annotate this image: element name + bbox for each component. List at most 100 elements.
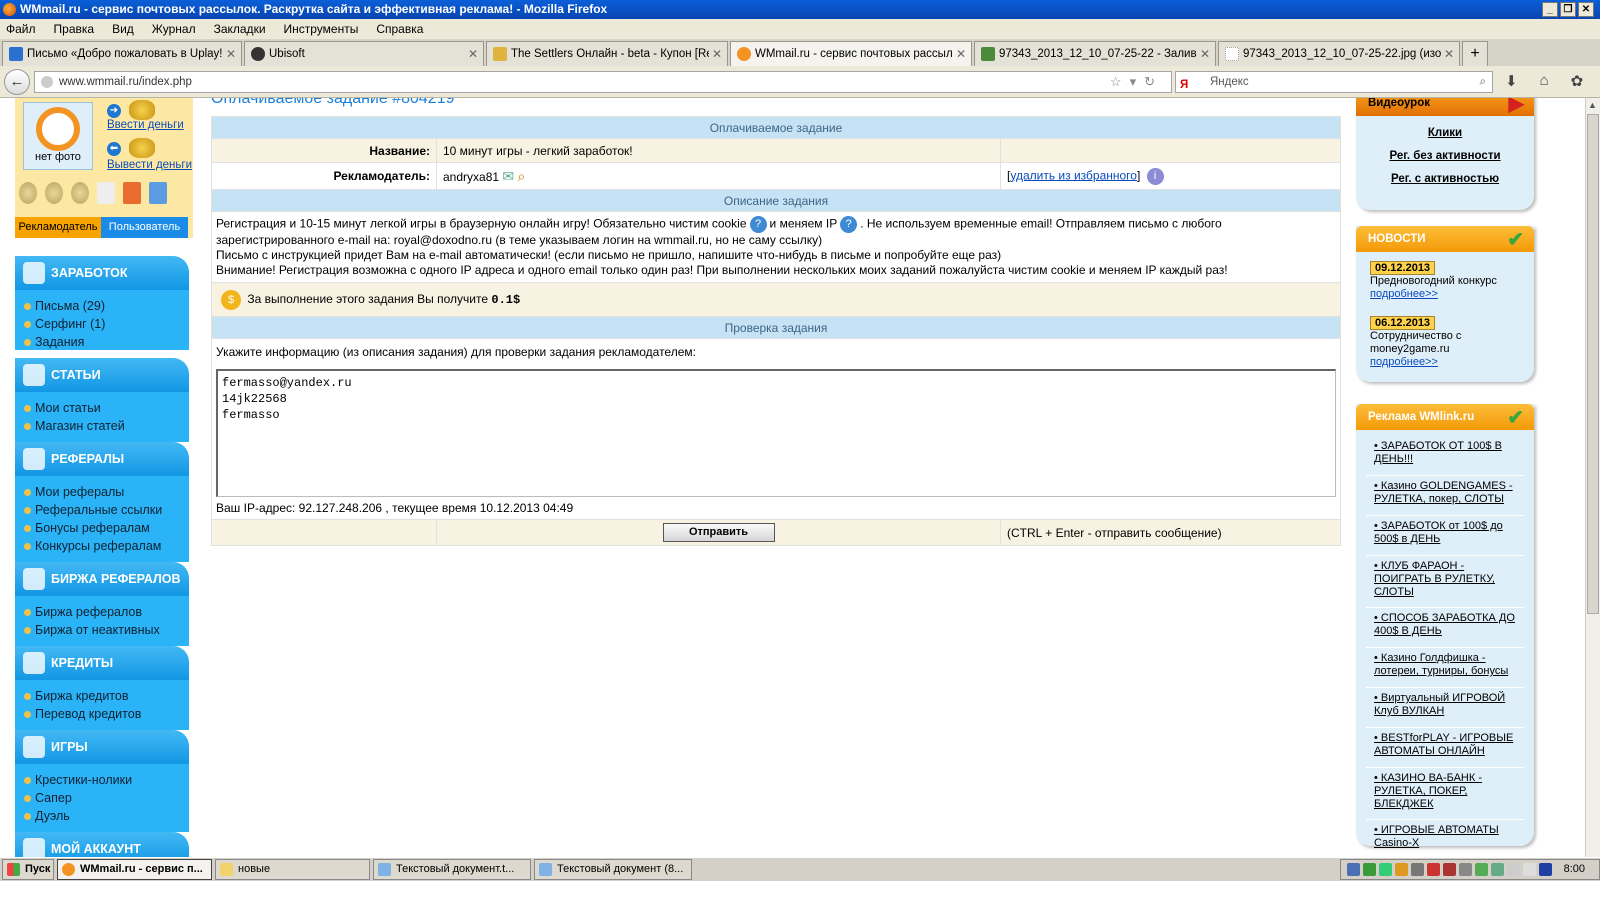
tray-app-icon[interactable]: [1459, 863, 1472, 876]
search-bar[interactable]: Я Яндекс ⌕: [1175, 71, 1493, 93]
close-tab-icon[interactable]: ✕: [1200, 47, 1210, 61]
ad-link[interactable]: • Казино Голдфишка - лотереи, турниры, б…: [1366, 648, 1524, 688]
download-icon[interactable]: ⬇: [1505, 72, 1518, 90]
scrollbar-thumb[interactable]: [1587, 114, 1599, 614]
url-bar[interactable]: www.wmmail.ru/index.php ☆▾↻: [34, 71, 1172, 93]
menu-header-referrals[interactable]: РЕФЕРАЛЫ: [15, 442, 189, 476]
addon-icon[interactable]: ✿: [1571, 72, 1584, 90]
help-icon[interactable]: ?: [749, 216, 767, 233]
language-icon[interactable]: [1507, 863, 1520, 876]
taskbar-item-folder[interactable]: новые: [215, 859, 370, 880]
sidebar-item-referral-links[interactable]: Реферальные ссылки: [15, 501, 189, 519]
menu-help[interactable]: Справка: [376, 22, 423, 36]
menu-tools[interactable]: Инструменты: [284, 22, 359, 36]
tab-settlers[interactable]: The Settlers Онлайн - beta - Купон [Rea.…: [486, 41, 728, 66]
tray-app-icon[interactable]: [1411, 863, 1424, 876]
tab-ubisoft[interactable]: Ubisoft ✕: [244, 41, 484, 66]
tray-app-icon[interactable]: [1539, 863, 1552, 876]
url-bar-icons[interactable]: ☆▾↻: [1110, 72, 1163, 92]
menu-header-referral-exchange[interactable]: БИРЖА РЕФЕРАЛОВ: [15, 562, 189, 596]
tray-app-icon[interactable]: [1427, 863, 1440, 876]
shield-icon[interactable]: [1379, 863, 1392, 876]
sidebar-item-tic-tac-toe[interactable]: Крестики-нолики: [15, 771, 189, 789]
sidebar-item-referral-contests[interactable]: Конкурсы рефералам: [15, 537, 189, 555]
menu-header-articles[interactable]: СТАТЬИ: [15, 358, 189, 392]
avatar[interactable]: нет фото: [23, 102, 93, 170]
sidebar-item-tasks[interactable]: Задания: [15, 333, 189, 351]
remove-favorite-link[interactable]: удалить из избранного: [1010, 168, 1137, 182]
send-button[interactable]: Отправить: [662, 523, 775, 542]
menu-history[interactable]: Журнал: [152, 22, 196, 36]
menu-header-games[interactable]: ИГРЫ: [15, 730, 189, 764]
ad-link[interactable]: • СПОСОБ ЗАРАБОТКА ДО 400$ В ДЕНЬ: [1366, 608, 1524, 648]
sidebar-item-credit-transfer[interactable]: Перевод кредитов: [15, 705, 189, 723]
restore-button[interactable]: ❐: [1560, 2, 1576, 17]
info-icon[interactable]: i: [1146, 167, 1164, 185]
start-button[interactable]: Пуск: [2, 859, 54, 880]
tray-app-icon[interactable]: [1475, 863, 1488, 876]
deposit-link[interactable]: Ввести деньги: [107, 119, 184, 131]
menu-header-credits[interactable]: КРЕДИТЫ: [15, 646, 189, 680]
close-tab-icon[interactable]: ✕: [956, 47, 966, 61]
tab-upload[interactable]: 97343_2013_12_10_07-25-22 - Заливка... ✕: [974, 41, 1216, 66]
tray-app-icon[interactable]: [1443, 863, 1456, 876]
ad-link[interactable]: • ЗАРАБОТОК от 100$ до 500$ в ДЕНЬ: [1366, 516, 1524, 556]
sidebar-item-inactive-exchange[interactable]: Биржа от неактивных: [15, 621, 189, 639]
gift-icon[interactable]: [123, 182, 141, 204]
role-user-tab[interactable]: Пользователь: [101, 217, 188, 238]
taskbar-item-notepad-1[interactable]: Текстовый документ.t...: [373, 859, 531, 880]
close-tab-icon[interactable]: ✕: [712, 47, 722, 61]
sidebar-item-credit-exchange[interactable]: Биржа кредитов: [15, 687, 189, 705]
search-icon[interactable]: ⌕: [1480, 72, 1486, 92]
tray-app-icon[interactable]: [1491, 863, 1504, 876]
answer-textarea[interactable]: fermasso@yandex.ru 14jk22568 fermasso: [216, 369, 1336, 497]
sidebar-item-my-articles[interactable]: Мои статьи: [15, 399, 189, 417]
magnifier-icon[interactable]: ⌕: [517, 168, 525, 184]
home-icon[interactable]: ⌂: [1540, 72, 1549, 90]
taskbar-item-notepad-2[interactable]: Текстовый документ (8...: [534, 859, 692, 880]
play-icon[interactable]: ▶: [1509, 98, 1524, 117]
menu-edit[interactable]: Правка: [54, 22, 95, 36]
ad-link[interactable]: • ЗАРАБОТОК ОТ 100$ В ДЕНЬ!!!: [1366, 436, 1524, 476]
menu-header-earnings[interactable]: ЗАРАБОТОК: [15, 256, 189, 290]
mail-add-icon[interactable]: ✉: [502, 168, 514, 184]
sidebar-item-duel[interactable]: Дуэль: [15, 807, 189, 825]
ad-link[interactable]: • Виртуальный ИГРОВОЙ Клуб ВУЛКАН: [1366, 688, 1524, 728]
close-tab-icon[interactable]: ✕: [226, 47, 236, 61]
menu-view[interactable]: Вид: [112, 22, 134, 36]
close-window-button[interactable]: ✕: [1578, 2, 1594, 17]
ad-link[interactable]: • ИГРОВЫЕ АВТОМАТЫ Casino-X: [1366, 820, 1524, 860]
video-link-reg-activity[interactable]: Рег. с активностью: [1356, 168, 1534, 191]
network-icon[interactable]: [1347, 863, 1360, 876]
sidebar-item-letters[interactable]: Письма (29): [15, 297, 189, 315]
ad-link[interactable]: • Казино GOLDENGAMES - РУЛЕТКА, покер, С…: [1366, 476, 1524, 516]
news-more-link[interactable]: подробнее>>: [1356, 288, 1534, 301]
taskbar-item-firefox[interactable]: WMmail.ru - сервис п...: [57, 859, 212, 880]
ad-link[interactable]: • КЛУБ ФАРАОН - ПОИГРАТЬ В РУЛЕТКУ, СЛОТ…: [1366, 556, 1524, 608]
sidebar-item-my-referrals[interactable]: Мои рефералы: [15, 483, 189, 501]
sidebar-item-referral-exchange[interactable]: Биржа рефералов: [15, 603, 189, 621]
video-link-reg-no-activity[interactable]: Рег. без активности: [1356, 145, 1534, 168]
video-link-clicks[interactable]: Клики: [1356, 122, 1534, 145]
back-button[interactable]: ←: [4, 69, 30, 95]
ad-link[interactable]: • КАЗИНО ВА-БАНК - РУЛЕТКА, ПОКЕР, БЛЕКД…: [1366, 768, 1524, 820]
minimize-button[interactable]: _: [1542, 2, 1558, 17]
update-icon[interactable]: [1395, 863, 1408, 876]
new-tab-button[interactable]: +: [1462, 41, 1488, 66]
menu-bookmarks[interactable]: Закладки: [214, 22, 266, 36]
tab-wmmail[interactable]: WMmail.ru - сервис почтовых рассылок... ✕: [730, 41, 972, 66]
sidebar-item-referral-bonuses[interactable]: Бонусы рефералам: [15, 519, 189, 537]
tab-image[interactable]: 97343_2013_12_10_07-25-22.jpg (изоб... ✕: [1218, 41, 1460, 66]
menu-file[interactable]: Файл: [6, 22, 36, 36]
ad-link[interactable]: • BESTforPLAY - ИГРОВЫЕ АВТОМАТЫ ОНЛАЙН: [1366, 728, 1524, 768]
scroll-up-icon[interactable]: ▲: [1588, 100, 1597, 110]
role-advertiser-tab[interactable]: Рекламодатель: [15, 217, 101, 238]
volume-icon[interactable]: [1523, 863, 1536, 876]
sidebar-item-surfing[interactable]: Серфинг (1): [15, 315, 189, 333]
page-scrollbar[interactable]: ▲ ▼: [1585, 98, 1600, 876]
withdraw-link[interactable]: Вывести деньги: [107, 159, 192, 171]
stats-icon[interactable]: [149, 182, 167, 204]
news-more-link[interactable]: подробнее>>: [1356, 356, 1534, 369]
sidebar-item-articles-shop[interactable]: Магазин статей: [15, 417, 189, 435]
tab-uplay-mail[interactable]: Письмо «Добро пожаловать в Uplay!» ... ✕: [2, 41, 242, 66]
